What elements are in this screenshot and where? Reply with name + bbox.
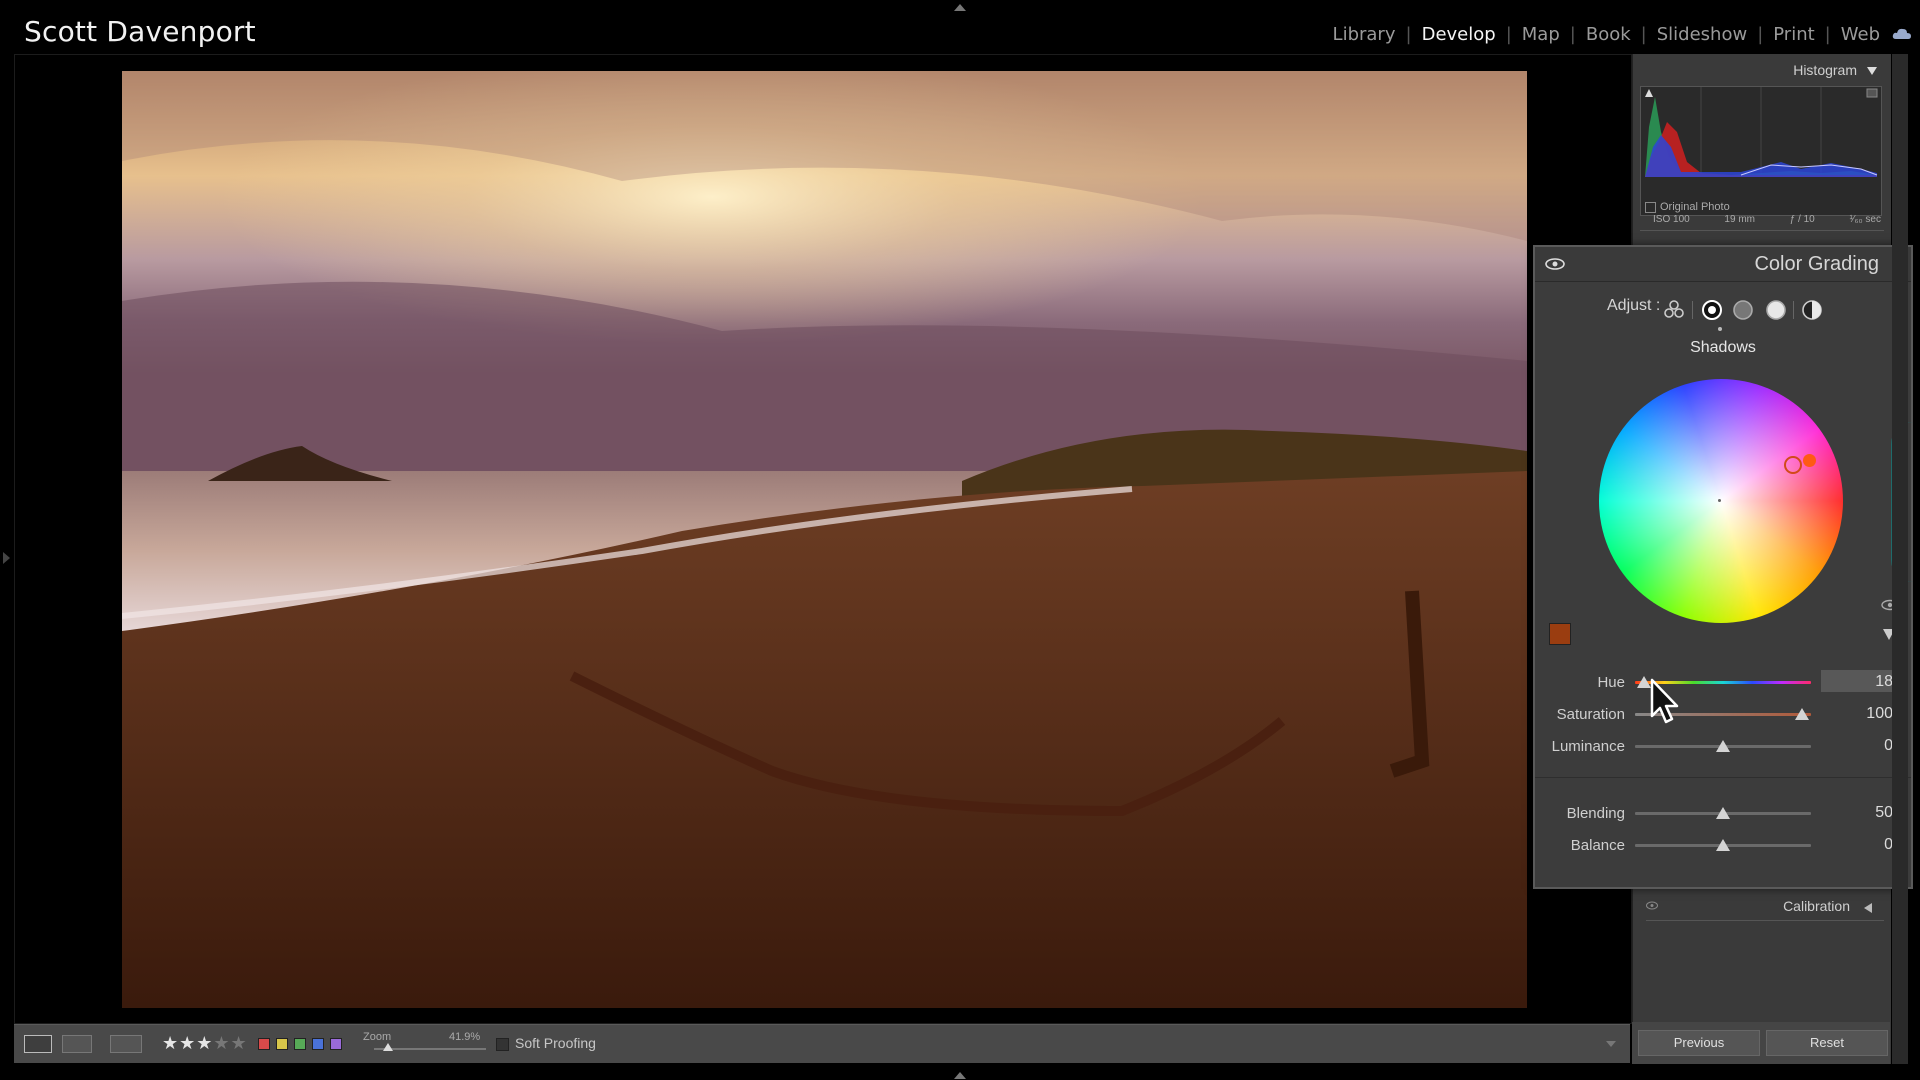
shutter-speed: ¹⁄₆₀ sec	[1849, 214, 1881, 225]
color-label-yellow[interactable]	[276, 1038, 288, 1050]
highlights-wheel-icon[interactable]	[1765, 299, 1787, 321]
module-develop[interactable]: Develop	[1422, 24, 1496, 45]
global-wheel-icon[interactable]	[1801, 299, 1823, 321]
luminance-label: Luminance	[1552, 738, 1625, 755]
toolbar: ★★★★★ Zoom 41.9% Soft Proofing	[14, 1024, 1630, 1063]
shadows-wheel-icon[interactable]	[1701, 299, 1723, 321]
histogram-header[interactable]: Histogram	[1633, 54, 1891, 84]
luminance-slider-thumb[interactable]	[1716, 740, 1730, 752]
color-grading-title: Color Grading	[1754, 253, 1879, 276]
tool-strip	[1640, 230, 1884, 245]
module-map[interactable]: Map	[1522, 24, 1560, 45]
calibration-title: Calibration	[1783, 898, 1850, 914]
midtones-wheel-icon[interactable]	[1732, 299, 1754, 321]
color-label-purple[interactable]	[330, 1038, 342, 1050]
blending-value[interactable]: 50	[1875, 804, 1893, 822]
saturation-slider-thumb[interactable]	[1795, 708, 1809, 720]
rating-filled[interactable]: ★★★	[162, 1033, 213, 1053]
saturation-slider-row: Saturation 100	[1535, 702, 1911, 728]
blending-slider-row: Blending 50	[1535, 801, 1911, 827]
shadows-color-wheel[interactable]	[1599, 379, 1843, 623]
cloud-sync-icon[interactable]	[1892, 26, 1912, 40]
iso-value: ISO 100	[1653, 214, 1690, 225]
adjust-label: Adjust :	[1607, 297, 1660, 315]
original-photo-label: Original Photo	[1660, 201, 1730, 213]
right-panel-scrollbar[interactable]	[1892, 54, 1908, 1064]
panel-divider	[1535, 777, 1911, 778]
expand-left-panel-icon[interactable]	[3, 552, 10, 564]
saturation-value[interactable]: 100	[1866, 705, 1893, 723]
hue-label: Hue	[1597, 674, 1625, 691]
histogram-title: Histogram	[1793, 62, 1857, 78]
histogram-collapse-icon[interactable]	[1867, 67, 1877, 75]
toolbar-menu-icon[interactable]	[1606, 1041, 1616, 1047]
luminance-slider-row: Luminance 0	[1535, 734, 1911, 760]
color-label-blue[interactable]	[312, 1038, 324, 1050]
wheel-center-dot	[1718, 499, 1721, 502]
module-web[interactable]: Web	[1841, 24, 1880, 45]
calibration-eye-icon[interactable]	[1646, 901, 1658, 910]
before-after-button[interactable]	[62, 1035, 92, 1053]
color-label-swatches	[258, 1037, 348, 1055]
zoom-label: Zoom	[363, 1031, 391, 1043]
selected-color-swatch[interactable]	[1549, 623, 1571, 645]
color-label-green[interactable]	[294, 1038, 306, 1050]
module-library[interactable]: Library	[1333, 24, 1396, 45]
loupe-view-button[interactable]	[24, 1035, 52, 1053]
photo-beach-sunset	[122, 71, 1527, 1008]
collapse-filmstrip-icon[interactable]	[954, 1072, 966, 1079]
hue-slider-row: Hue 18	[1535, 670, 1911, 696]
calibration-header[interactable]: Calibration	[1640, 894, 1890, 922]
wheel-position-handle[interactable]	[1784, 456, 1802, 474]
three-way-icon[interactable]	[1663, 299, 1685, 321]
blending-label: Blending	[1567, 805, 1625, 822]
reset-button[interactable]: Reset	[1766, 1030, 1888, 1056]
color-label-red[interactable]	[258, 1038, 270, 1050]
color-grading-header[interactable]: Color Grading	[1535, 247, 1911, 282]
hue-value[interactable]: 18	[1875, 673, 1893, 691]
zoom-slider-thumb[interactable]	[383, 1043, 393, 1051]
previous-button[interactable]: Previous	[1638, 1030, 1760, 1056]
original-photo-checkbox[interactable]	[1645, 202, 1656, 213]
aperture: ƒ / 10	[1790, 214, 1815, 225]
yy-compare-button[interactable]	[110, 1035, 142, 1053]
balance-slider-row: Balance 0	[1535, 833, 1911, 859]
mouse-cursor-icon	[1650, 678, 1682, 726]
balance-slider-thumb[interactable]	[1716, 839, 1730, 851]
identity-plate: Scott Davenport	[24, 15, 256, 48]
color-grading-panel: Color Grading Adjust : Shadows Hue 18 Sa…	[1533, 245, 1913, 889]
module-slideshow[interactable]: Slideshow	[1657, 24, 1747, 45]
bottom-button-bar: Previous Reset	[1632, 1022, 1890, 1064]
zoom-value: 41.9%	[449, 1031, 480, 1043]
eye-icon[interactable]	[1545, 257, 1565, 271]
selected-mode-indicator	[1718, 327, 1722, 331]
module-picker: Library| Develop| Map| Book| Slideshow| …	[1333, 24, 1880, 45]
calibration-expand-icon[interactable]	[1864, 903, 1872, 913]
histogram: ISO 100 19 mm ƒ / 10 ¹⁄₆₀ sec	[1640, 86, 1882, 216]
module-print[interactable]: Print	[1773, 24, 1814, 45]
blending-slider-thumb[interactable]	[1716, 807, 1730, 819]
balance-label: Balance	[1571, 837, 1625, 854]
saturation-label: Saturation	[1557, 706, 1625, 723]
hue-slider-thumb[interactable]	[1637, 676, 1651, 688]
soft-proofing-label: Soft Proofing	[515, 1035, 596, 1051]
rating-empty[interactable]: ★★	[213, 1033, 247, 1053]
focal-length: 19 mm	[1724, 214, 1755, 225]
soft-proofing-checkbox[interactable]	[496, 1038, 509, 1051]
mode-label: Shadows	[1535, 339, 1911, 357]
wheel-edge-handle[interactable]	[1803, 454, 1816, 467]
module-book[interactable]: Book	[1586, 24, 1631, 45]
collapse-top-panel-icon[interactable]	[954, 4, 966, 11]
